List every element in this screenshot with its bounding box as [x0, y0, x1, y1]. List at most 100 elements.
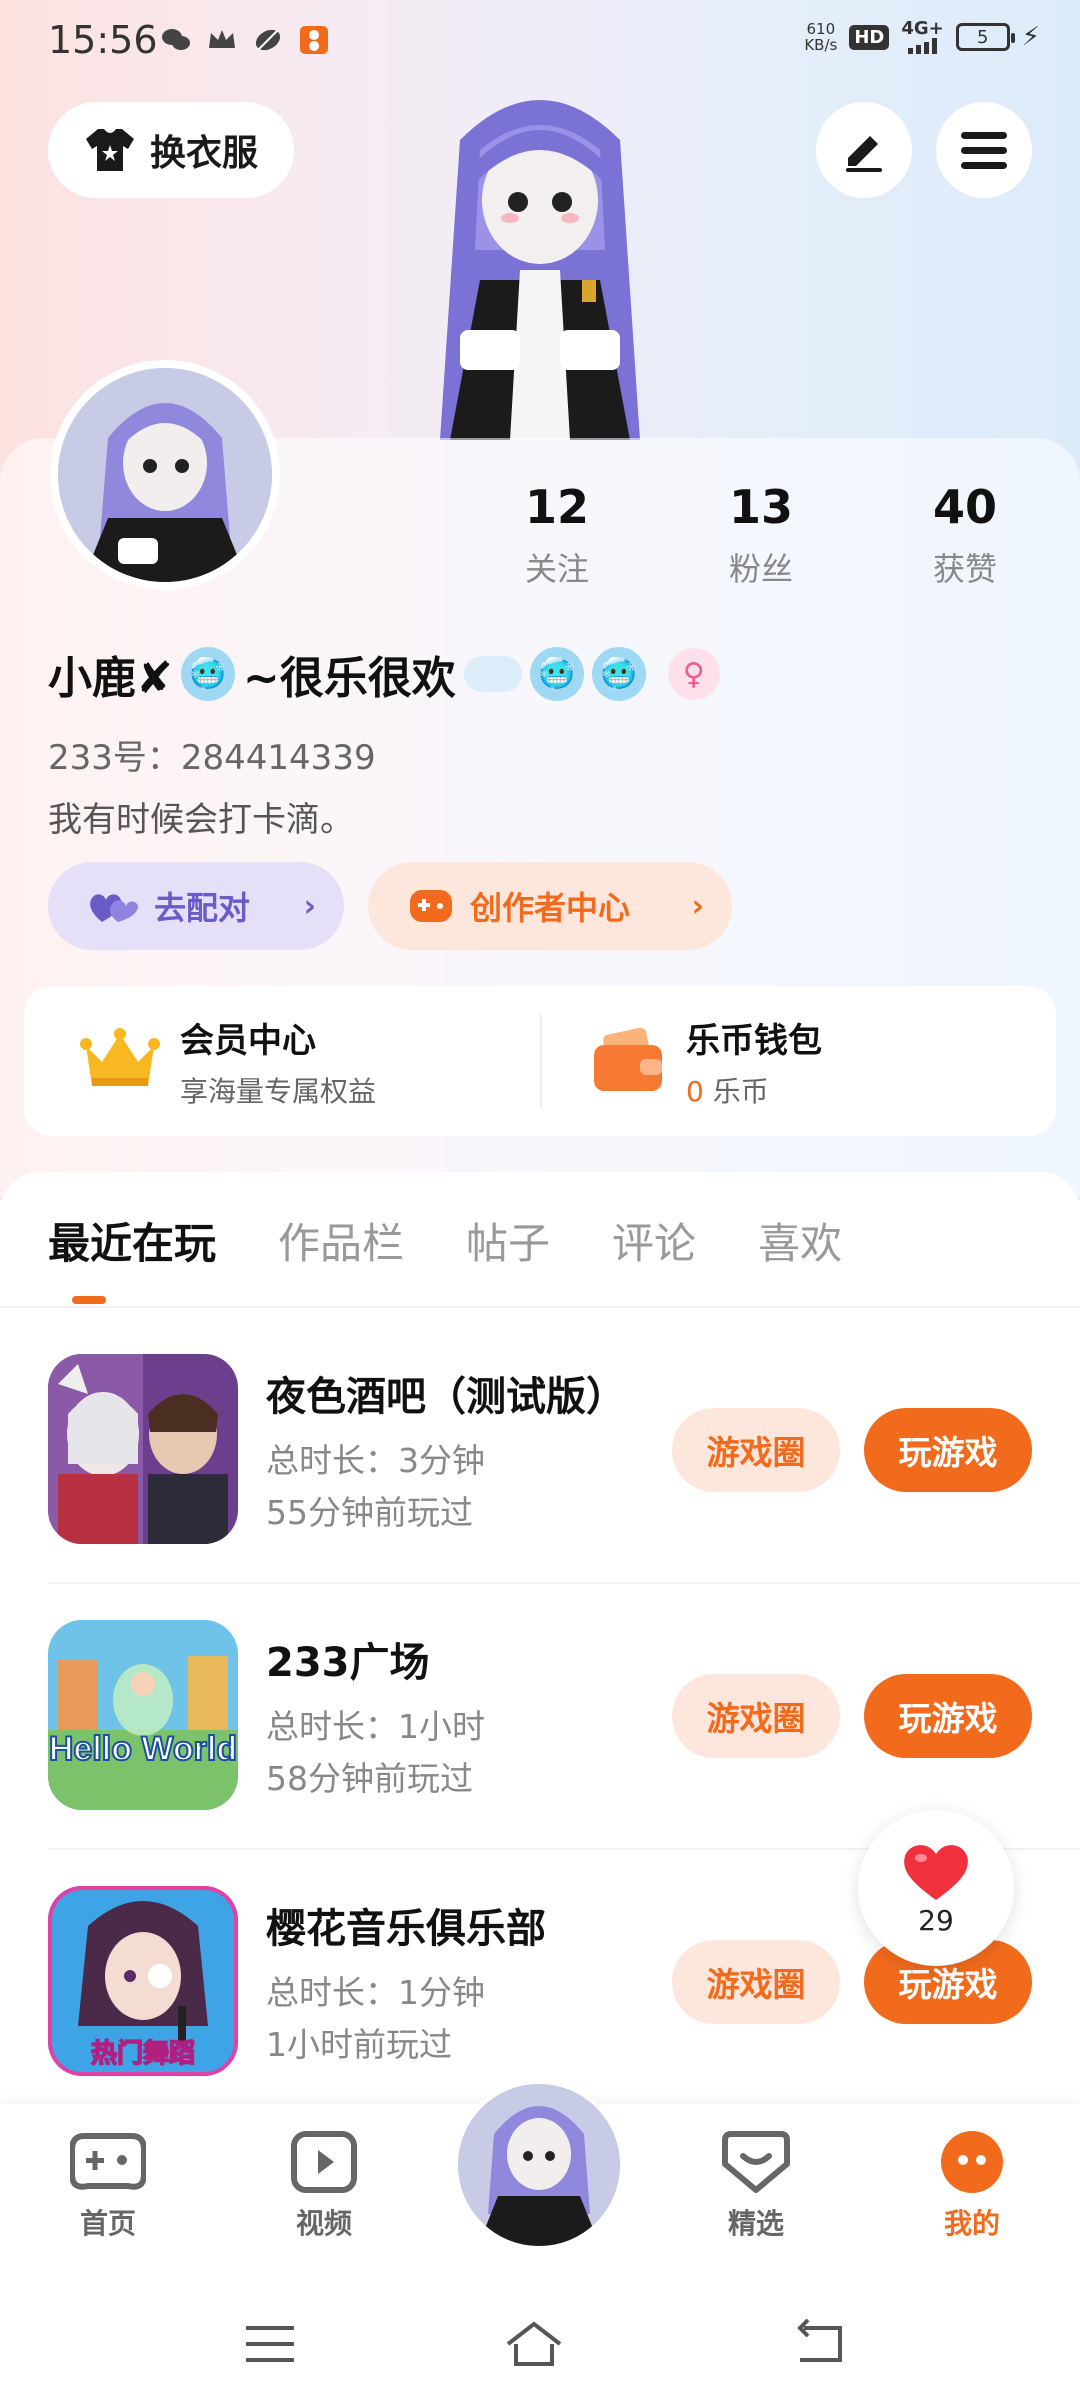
game-circle-button[interactable]: 游戏圈: [672, 1408, 840, 1492]
wallet-entry[interactable]: 乐币钱包 0 乐币: [590, 986, 822, 1136]
chevron-right-icon: ›: [691, 888, 704, 924]
match-button[interactable]: 去配对 ›: [48, 862, 344, 950]
stat-followers-value: 13: [728, 480, 793, 534]
menu-button[interactable]: [936, 102, 1032, 198]
game-circle-button[interactable]: 游戏圈: [672, 1940, 840, 2024]
menu-icon: [961, 132, 1007, 169]
game-row[interactable]: 夜色酒吧（测试版） 总时长：3分钟 55分钟前玩过 游戏圈 玩游戏: [48, 1354, 1032, 1548]
game-circle-button[interactable]: 游戏圈: [672, 1674, 840, 1758]
app-badge-icon: [300, 26, 328, 54]
video-icon: [291, 2131, 357, 2193]
creator-center-label: 创作者中心: [470, 889, 631, 927]
stat-followers-label: 粉丝: [728, 550, 793, 588]
game-thumb-text: Hello World: [49, 1730, 237, 1768]
nav-featured-label: 精选: [727, 2207, 784, 2240]
active-tab-indicator: [72, 1296, 106, 1304]
vip-title: 会员中心: [180, 1020, 316, 1061]
username-part2: ~很乐很欢: [242, 653, 456, 704]
game-name: 夜色酒吧（测试版）: [266, 1374, 626, 1420]
game-duration: 总时长：1小时: [266, 1707, 485, 1746]
profile-stats: 12 关注 13 粉丝 40 获赞: [0, 480, 1080, 600]
nav-center-avatar[interactable]: [454, 2080, 624, 2250]
gamepad-icon: [70, 2133, 146, 2190]
username-row: 小鹿✘ 🥶 ~很乐很欢 🥶 🥶 ♀: [48, 642, 720, 706]
recent-apps-icon[interactable]: [240, 2314, 300, 2374]
signal-bars-icon: [908, 38, 938, 54]
stat-following[interactable]: 12 关注: [487, 480, 627, 590]
back-icon[interactable]: [790, 2314, 850, 2374]
tab-likes[interactable]: 喜欢: [758, 1210, 842, 1271]
play-game-button[interactable]: 玩游戏: [864, 1674, 1032, 1758]
nav-home-label: 首页: [79, 2207, 136, 2240]
stat-following-value: 12: [524, 480, 589, 534]
stat-likes-label: 获赞: [932, 550, 997, 588]
nav-video-label: 视频: [295, 2207, 352, 2240]
nav-profile[interactable]: 我的: [902, 2130, 1042, 2242]
game-last-played: 55分钟前玩过: [266, 1493, 473, 1532]
network-type: 4G+: [901, 18, 944, 39]
user-bio: 我有时候会打卡滴。: [48, 800, 354, 840]
wallet-icon: [594, 1027, 662, 1091]
wallet-title: 乐币钱包: [686, 1020, 822, 1061]
tab-recent-played[interactable]: 最近在玩: [48, 1210, 216, 1271]
wechat-icon: [162, 29, 190, 50]
nav-video[interactable]: 视频: [254, 2130, 394, 2242]
row-divider: [48, 1582, 1080, 1584]
nav-featured[interactable]: 精选: [686, 2130, 826, 2242]
play-game-button[interactable]: 玩游戏: [864, 1408, 1032, 1492]
stat-likes[interactable]: 40 获赞: [895, 480, 1035, 590]
creator-center-button[interactable]: 创作者中心 ›: [368, 862, 732, 950]
battery-icon: 5: [955, 23, 1015, 51]
coin-unit: 乐币: [703, 1074, 769, 1108]
change-outfit-button[interactable]: 换衣服: [48, 102, 294, 198]
edit-profile-button[interactable]: [816, 102, 912, 198]
signal-indicator: 4G+: [901, 18, 944, 54]
edit-pencil-icon: [846, 136, 882, 172]
status-bar: 15:56 610 KB/s HD 4G+ 5 ⚡: [0, 0, 1080, 84]
net-speed-value: 610: [806, 20, 836, 38]
avatar-character-illustration: [440, 100, 640, 440]
game-duration: 总时长：1分钟: [266, 1973, 485, 2012]
game-thumbnail-night-bar: [48, 1354, 238, 1544]
home-icon[interactable]: [504, 2314, 564, 2374]
game-thumb-text: 热门舞蹈: [91, 2039, 195, 2069]
profile-tabs: 最近在玩 作品栏 帖子 评论 喜欢: [48, 1210, 842, 1271]
chevron-right-icon: ›: [303, 888, 316, 924]
nav-home[interactable]: 首页: [38, 2130, 178, 2242]
leaf-icon: [255, 29, 281, 51]
match-label: 去配对: [154, 889, 251, 927]
game-duration: 总时长：3分钟: [266, 1441, 485, 1480]
vip-text: 会员中心 享海量专属权益: [180, 1013, 376, 1110]
cold-face-emoji-icon: 🥶: [529, 647, 584, 701]
status-right: 610 KB/s HD 4G+ 5 ⚡: [804, 20, 1040, 54]
change-outfit-label: 换衣服: [149, 133, 258, 174]
female-gender-icon: ♀: [667, 648, 720, 700]
double-heart-icon: [90, 894, 138, 922]
system-nav-bar: [0, 2274, 1080, 2408]
net-speed-unit: KB/s: [804, 36, 838, 54]
tab-works[interactable]: 作品栏: [278, 1210, 404, 1271]
game-last-played: 1小时前玩过: [266, 2025, 452, 2064]
floating-like-button[interactable]: 29: [858, 1810, 1014, 1966]
nav-profile-label: 我的: [943, 2207, 1000, 2240]
tab-comments[interactable]: 评论: [612, 1210, 696, 1271]
game-name: 233广场: [266, 1640, 430, 1686]
cloud-emoji-icon: [463, 656, 522, 692]
tabs-divider: [0, 1306, 1080, 1308]
hd-badge: HD: [849, 24, 890, 50]
cold-face-emoji-icon: 🥶: [591, 647, 646, 701]
stat-likes-value: 40: [932, 480, 997, 534]
crown-icon: [209, 30, 235, 48]
stat-followers[interactable]: 13 粉丝: [691, 480, 831, 590]
game-row[interactable]: Hello World 233广场 总时长：1小时 58分钟前玩过 游戏圈 玩游…: [48, 1620, 1032, 1814]
tab-posts[interactable]: 帖子: [466, 1210, 550, 1271]
wallet-text: 乐币钱包 0 乐币: [686, 1013, 822, 1110]
status-time: 15:56: [48, 18, 158, 62]
heart-icon: [904, 1844, 968, 1900]
user-id: 233号：284414339: [48, 738, 376, 778]
shirt-icon: [85, 129, 134, 171]
profile-dots-icon: [941, 2131, 1003, 2193]
vip-center-entry[interactable]: 会员中心 享海量专属权益: [80, 986, 376, 1136]
game-name: 樱花音乐俱乐部: [266, 1906, 546, 1952]
vip-subtitle: 享海量专属权益: [180, 1074, 377, 1108]
